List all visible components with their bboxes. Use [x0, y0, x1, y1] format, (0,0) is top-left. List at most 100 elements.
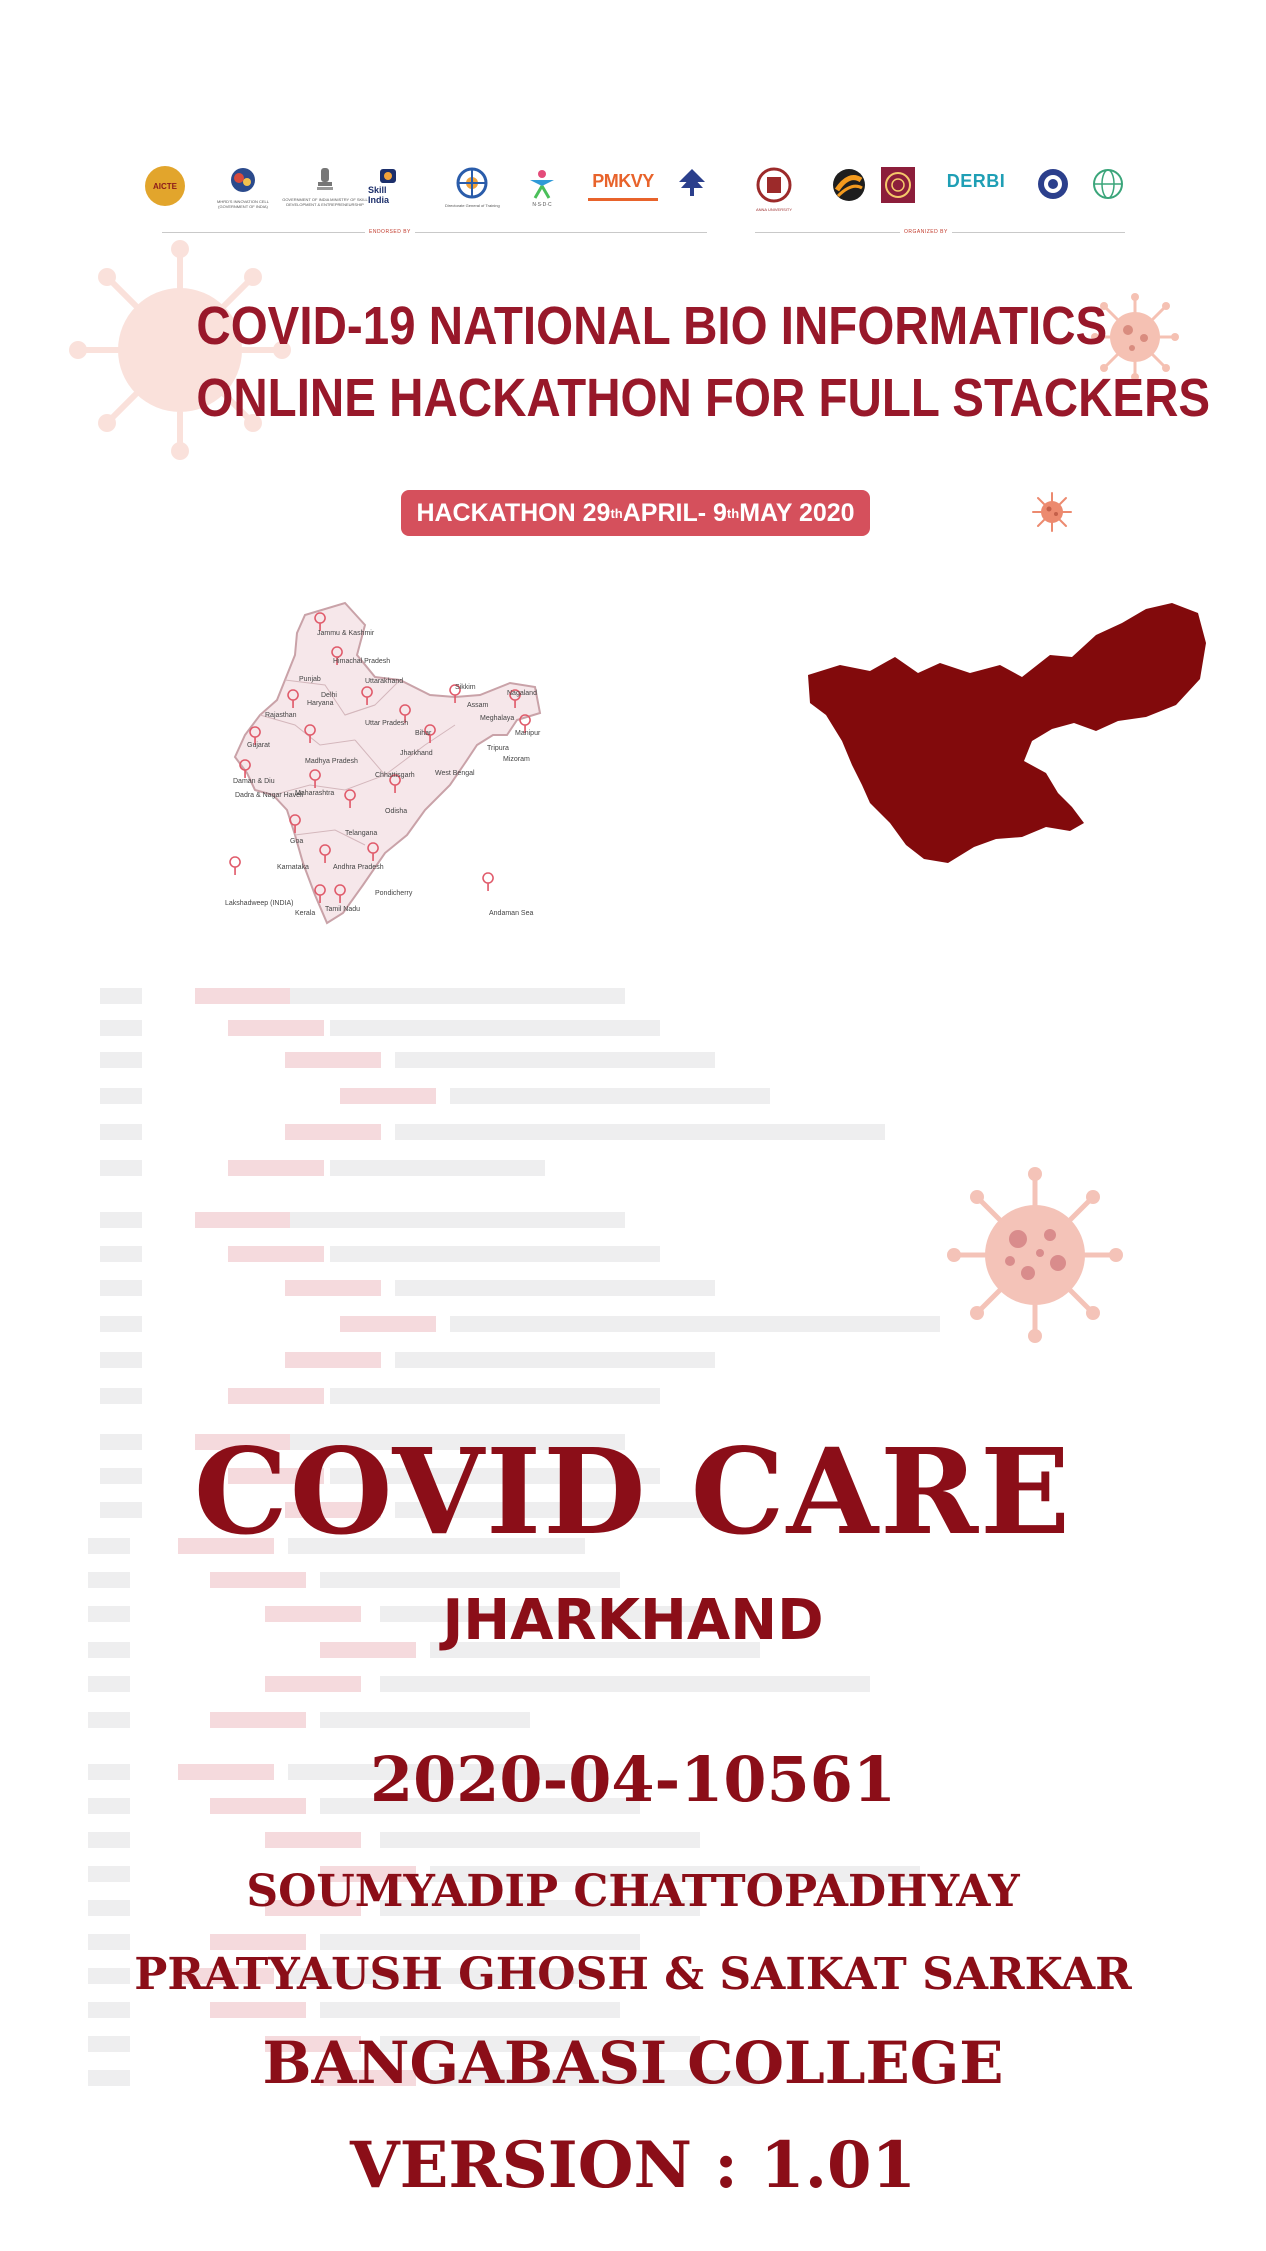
code-line-body	[395, 1280, 715, 1296]
map-label: Jammu & Kashmir	[317, 630, 375, 637]
date-middle: APRIL- 9	[622, 498, 727, 527]
code-line-body	[450, 1088, 770, 1104]
code-line-gutter	[100, 1160, 142, 1176]
code-line-gutter	[88, 1712, 130, 1728]
college-name: BANGABASI COLLEGE	[262, 2029, 1004, 2097]
author-line-2: PRATYAUSH GHOSH & SAIKAT SARKAR	[134, 1949, 1132, 2000]
pmkvy-logo: PMKVY	[587, 166, 659, 201]
version-label: VERSION : 1.01	[349, 2128, 917, 2203]
tree-emblem-icon	[679, 169, 705, 196]
date-sup1: th	[610, 505, 623, 521]
anna-university-caption: ANNA UNIVERSITY	[755, 207, 792, 212]
aicte-logo: AICTE	[145, 166, 185, 206]
logo-strip: AICTE MHRD'S INNOVATION CELL (GOVERNMENT…	[140, 158, 1130, 248]
orange-swirl-icon	[833, 169, 865, 201]
organizer-logo-6	[1090, 166, 1126, 202]
map-label: Bihar	[415, 730, 432, 737]
map-label: Sikkim	[455, 684, 476, 691]
dgt-caption: Directorate General of Training	[445, 203, 500, 208]
code-line-gutter	[100, 1088, 142, 1104]
code-line-keyword	[228, 1020, 324, 1036]
anna-university-logo: ANNA UNIVERSITY	[755, 166, 793, 212]
innovation-cell-caption: MHRD'S INNOVATION CELL (GOVERNMENT OF IN…	[217, 199, 269, 209]
code-line-body	[380, 1832, 700, 1848]
organizer-logo-5	[1035, 166, 1071, 202]
code-line-body	[330, 1020, 660, 1036]
skill-india-logo: Skill India	[368, 166, 408, 206]
code-line-gutter	[100, 988, 142, 1004]
code-line-body	[395, 1124, 885, 1140]
map-label: Tripura	[487, 745, 509, 752]
code-line-body	[395, 1352, 715, 1368]
endorsed-by-label: ENDORSED BY	[365, 229, 415, 235]
derbi-text: DERBI	[946, 170, 1006, 191]
map-label: Lakshadweep (INDIA)	[225, 900, 293, 907]
code-line-gutter	[100, 1212, 142, 1228]
date-prefix: HACKATHON 29	[416, 498, 611, 527]
derbi-logo: DERBI	[940, 166, 1012, 196]
globe-icon	[1093, 169, 1123, 199]
code-line-gutter	[100, 1280, 142, 1296]
emblem-logo	[675, 166, 709, 200]
map-label: Daman & Diu	[233, 778, 275, 785]
jharkhand-state-map	[808, 603, 1206, 863]
map-label: Jharkhand	[400, 750, 433, 757]
code-line-gutter	[88, 1676, 130, 1692]
round-seal-icon	[1038, 169, 1068, 199]
national-emblem-icon	[317, 168, 333, 190]
code-line-body	[290, 1212, 625, 1228]
nsdc-logo: N·S·D·C	[525, 166, 559, 208]
map-label: Telangana	[345, 830, 377, 837]
map-label: Nagaland	[507, 690, 537, 697]
code-line-keyword	[265, 1676, 361, 1692]
innovation-cell-logo: MHRD'S INNOVATION CELL (GOVERNMENT OF IN…	[208, 166, 278, 209]
author-line-1: SOUMYADIP CHATTOPADHYAY	[246, 1866, 1020, 1917]
submission-id: 2020-04-10561	[369, 1743, 896, 1816]
app-title: COVID CARE	[193, 1422, 1073, 1561]
code-line-body	[395, 1052, 715, 1068]
map-label: Haryana	[307, 700, 334, 707]
map-label: Punjab	[299, 676, 321, 683]
map-label: Uttarakhand	[365, 678, 403, 685]
skill-india-emblem-icon	[380, 169, 396, 183]
anna-university-emblem-icon	[756, 167, 792, 203]
code-line-keyword	[340, 1316, 436, 1332]
code-line-gutter	[100, 1052, 142, 1068]
pmkvy-text: PMKVY	[592, 170, 654, 191]
event-title-line1: COVID-19 NATIONAL BIO INFORMATICS	[196, 296, 1108, 356]
code-line-gutter	[100, 1246, 142, 1262]
map-label: Goa	[290, 838, 303, 845]
code-line-keyword	[265, 1832, 361, 1848]
code-line-body	[330, 1160, 545, 1176]
circular-seal-icon	[881, 167, 915, 203]
code-line-keyword	[195, 988, 291, 1004]
code-line-keyword	[285, 1124, 381, 1140]
code-line-body	[450, 1316, 940, 1332]
virus-icon-mid-right	[947, 1167, 1123, 1343]
hackathon-date-badge: HACKATHON 29th APRIL- 9th MAY 2020	[401, 490, 870, 536]
code-line-keyword	[228, 1246, 324, 1262]
aicte-logo-text: AICTE	[153, 181, 177, 191]
map-label: Andhra Pradesh	[333, 864, 384, 871]
date-sup2: th	[726, 505, 740, 521]
code-line-body	[320, 1712, 530, 1728]
code-line-keyword	[228, 1160, 324, 1176]
date-suffix: MAY 2020	[739, 498, 855, 527]
code-line-keyword	[340, 1088, 436, 1104]
code-line-keyword	[195, 1212, 291, 1228]
code-line-gutter	[100, 1352, 142, 1368]
msde-caption: GOVERNMENT OF INDIA MINISTRY OF SKILL DE…	[282, 197, 368, 207]
map-label: Rajasthan	[265, 712, 297, 719]
code-line-keyword	[285, 1352, 381, 1368]
india-map: Jammu & Kashmir Himachal Pradesh Punjab Utt…	[225, 601, 542, 925]
code-line-gutter	[100, 1020, 142, 1036]
map-label: Gujarat	[247, 742, 270, 749]
organized-by-label: ORGANIZED BY	[900, 229, 952, 235]
virus-icon-small	[1032, 492, 1072, 532]
map-label: Madhya Pradesh	[305, 758, 358, 765]
code-line-keyword	[228, 1388, 324, 1404]
code-line-body	[330, 1388, 660, 1404]
code-line-gutter	[100, 1316, 142, 1332]
map-label: Meghalaya	[480, 715, 514, 722]
map-label: Odisha	[385, 808, 407, 815]
